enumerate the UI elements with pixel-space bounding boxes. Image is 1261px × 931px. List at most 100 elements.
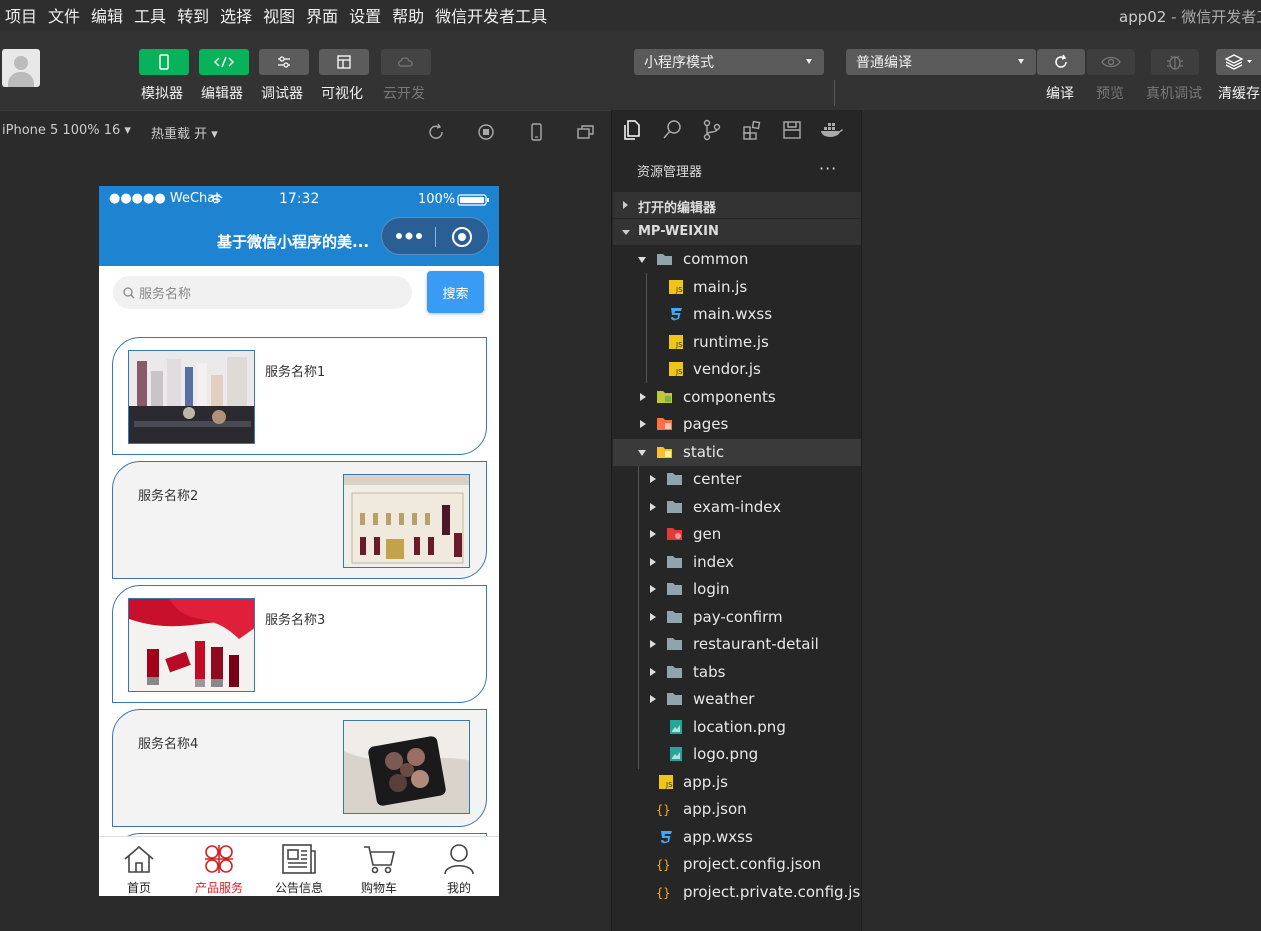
- tree-folder-common[interactable]: common: [613, 246, 862, 273]
- device-select[interactable]: iPhone 5 100% 16 ▾: [2, 123, 131, 138]
- tree-label: login: [693, 580, 730, 598]
- detach-window-icon[interactable]: [577, 123, 595, 141]
- menu-edit[interactable]: 编辑: [86, 3, 129, 27]
- tree-folder-gen[interactable]: gen: [613, 521, 862, 548]
- tree-folder-static[interactable]: static: [613, 439, 862, 466]
- simulator-button[interactable]: [139, 49, 189, 75]
- list-item[interactable]: 服务名称3: [112, 585, 487, 703]
- tree-folder-index[interactable]: index: [613, 549, 862, 576]
- image-file-icon: [670, 720, 682, 734]
- tab-product-service[interactable]: 产品服务: [179, 837, 259, 896]
- docker-icon[interactable]: [820, 121, 844, 139]
- menu-help[interactable]: 帮助: [387, 3, 430, 27]
- menu-wechat-devtools[interactable]: 微信开发者工具: [430, 3, 553, 27]
- list-item[interactable]: 服务名称4: [112, 709, 487, 827]
- tree-file-app-js[interactable]: JS app.js: [613, 769, 862, 796]
- product-image-lipstick-set: [343, 474, 470, 568]
- tree-folder-pages[interactable]: pages: [613, 411, 862, 438]
- project-section[interactable]: MP-WEIXIN: [613, 219, 862, 245]
- tab-label: 产品服务: [194, 881, 243, 895]
- source-control-icon[interactable]: [702, 119, 722, 141]
- record-icon[interactable]: [477, 123, 495, 141]
- tab-home[interactable]: 首页: [99, 837, 179, 896]
- storage-icon[interactable]: [782, 119, 802, 141]
- device-select-value: iPhone 5 100% 16: [2, 123, 121, 138]
- svg-text:{}: {}: [656, 858, 670, 872]
- tree-folder-login[interactable]: login: [613, 576, 862, 603]
- tree-label: logo.png: [693, 745, 759, 763]
- menu-tools[interactable]: 工具: [129, 3, 172, 27]
- extensions-icon[interactable]: [742, 119, 762, 141]
- mode-select[interactable]: 小程序模式: [634, 49, 824, 75]
- components-folder-icon: [657, 391, 672, 403]
- menu-file[interactable]: 文件: [43, 3, 86, 27]
- product-image-cosmetics-shelf: [128, 350, 255, 444]
- visual-button[interactable]: [319, 49, 369, 75]
- open-editors-section[interactable]: 打开的编辑器: [613, 192, 862, 218]
- tree-file-app-json[interactable]: {} app.json: [613, 796, 862, 823]
- search-icon[interactable]: [662, 119, 682, 141]
- tab-news[interactable]: 公告信息: [259, 837, 339, 896]
- menu-interface[interactable]: 界面: [301, 3, 344, 27]
- rotate-icon[interactable]: [427, 123, 445, 141]
- static-folder-icon: [657, 447, 672, 458]
- tree-label: restaurant-detail: [693, 635, 819, 653]
- cloud-button[interactable]: [381, 49, 431, 75]
- list-item[interactable]: 服务名称2: [112, 461, 487, 579]
- more-dots-icon[interactable]: [395, 231, 423, 241]
- avatar[interactable]: [2, 49, 40, 87]
- list-item[interactable]: 服务名称1: [112, 337, 487, 455]
- more-icon[interactable]: ···: [819, 159, 837, 178]
- chevron-right-icon: [640, 420, 646, 428]
- menu-view[interactable]: 视图: [258, 3, 301, 27]
- menu-goto[interactable]: 转到: [172, 3, 215, 27]
- tree-file-project-private-config-json[interactable]: {} project.private.config.js...: [613, 879, 862, 906]
- compile-button[interactable]: [1037, 49, 1085, 75]
- tree-folder-center[interactable]: center: [613, 466, 862, 493]
- tree-file-logo-png[interactable]: logo.png: [613, 741, 862, 768]
- window-title-separator: -: [1166, 8, 1182, 26]
- image-file-icon: [670, 747, 682, 761]
- search-button[interactable]: 搜索: [427, 271, 484, 313]
- editor-button[interactable]: [199, 49, 249, 75]
- files-icon[interactable]: [622, 119, 642, 141]
- tab-mine[interactable]: 我的: [419, 837, 499, 896]
- tree-file-main-wxss[interactable]: main.wxss: [613, 301, 862, 328]
- preview-button[interactable]: [1087, 49, 1135, 75]
- tree-file-vendor-js[interactable]: JS vendor.js: [613, 356, 862, 383]
- product-image-eyeshadow-palette: [343, 720, 470, 814]
- menu-select[interactable]: 选择: [215, 3, 258, 27]
- real-debug-button[interactable]: [1151, 49, 1199, 75]
- compile-mode-select[interactable]: 普通编译: [846, 49, 1036, 75]
- tree-folder-restaurant-detail[interactable]: restaurant-detail: [613, 631, 862, 658]
- css-file-icon: [661, 831, 672, 844]
- search-input[interactable]: 服务名称: [113, 276, 412, 309]
- tree-folder-tabs[interactable]: tabs: [613, 659, 862, 686]
- tree-folder-pay-confirm[interactable]: pay-confirm: [613, 604, 862, 631]
- search-row: 服务名称 搜索: [99, 266, 499, 322]
- tab-cart[interactable]: 购物车: [339, 837, 419, 896]
- menu-settings[interactable]: 设置: [344, 3, 387, 27]
- close-mini-program-icon[interactable]: [451, 226, 473, 248]
- svg-text:{}: {}: [656, 886, 670, 900]
- phone-icon[interactable]: [527, 123, 545, 141]
- tree-folder-exam-index[interactable]: exam-index: [613, 494, 862, 521]
- refresh-icon: [1055, 54, 1067, 68]
- tab-label: 我的: [446, 881, 471, 895]
- layers-icon: [1224, 54, 1252, 70]
- tree-file-app-wxss[interactable]: app.wxss: [613, 824, 862, 851]
- hot-reload-toggle[interactable]: 热重载 开 ▾: [151, 123, 218, 142]
- clear-cache-button[interactable]: [1216, 49, 1261, 75]
- tree-label: components: [683, 388, 776, 406]
- tree-file-main-js[interactable]: JS main.js: [613, 274, 862, 301]
- tree-file-location-png[interactable]: location.png: [613, 714, 862, 741]
- main-toolbar: 模拟器 编辑器 调试器 可视化 云开发 小程序模式 普通编译 编译 预览 真机调…: [0, 30, 1261, 110]
- tree-file-project-config-json[interactable]: {} project.config.json: [613, 851, 862, 878]
- chevron-right-icon: [650, 585, 656, 593]
- tree-folder-weather[interactable]: weather: [613, 686, 862, 713]
- menu-project[interactable]: 项目: [0, 3, 43, 27]
- tree-file-runtime-js[interactable]: JS runtime.js: [613, 329, 862, 356]
- eye-icon: [1101, 56, 1121, 68]
- tree-folder-components[interactable]: components: [613, 384, 862, 411]
- debugger-button[interactable]: [259, 49, 309, 75]
